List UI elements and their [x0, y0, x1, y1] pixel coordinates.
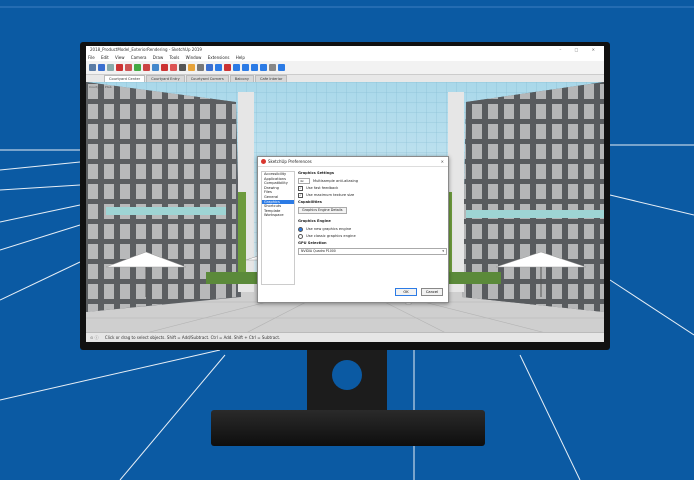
- select-tool-icon[interactable]: [98, 64, 105, 71]
- gpu-select[interactable]: NVIDIA Quadro P1000 ▾: [298, 248, 447, 255]
- new-engine-radio[interactable]: [298, 226, 303, 232]
- ok-button[interactable]: OK: [395, 288, 417, 296]
- graphics-settings-heading: Graphics Settings: [298, 171, 334, 175]
- dialog-title-bar: SketchUp Preferences ✕: [258, 157, 448, 167]
- pan-icon[interactable]: [224, 64, 231, 71]
- menu-extensions[interactable]: Extensions: [208, 55, 230, 60]
- menu-edit[interactable]: Edit: [101, 55, 109, 60]
- line-tool-icon[interactable]: [125, 64, 132, 71]
- status-icons: ⊙ ⓘ: [90, 335, 99, 340]
- monitor: 2018_ProductModel_ExteriorRendering - Sk…: [80, 42, 610, 350]
- push-pull-icon[interactable]: [152, 64, 159, 71]
- capabilities-heading: Capabilities: [298, 200, 322, 204]
- eraser-icon[interactable]: [107, 64, 114, 71]
- right-building-band: [466, 210, 604, 218]
- cable-hole: [332, 360, 362, 390]
- graphics-details-button[interactable]: Graphics Engine Details: [298, 207, 347, 214]
- account-icon[interactable]: [278, 64, 285, 71]
- monitor-neck: [307, 350, 387, 412]
- rotate-tool-icon[interactable]: [170, 64, 177, 71]
- multisample-select[interactable]: 4x: [298, 178, 310, 184]
- fast-feedback-label: Use fast feedback: [306, 186, 339, 190]
- sidebar-item-workspace[interactable]: Workspace: [262, 213, 294, 218]
- zoom-icon[interactable]: [233, 64, 240, 71]
- menu-tools[interactable]: Tools: [170, 55, 180, 60]
- window-title: 2018_ProductModel_ExteriorRendering - Sk…: [90, 47, 202, 52]
- move-tool-icon[interactable]: [161, 64, 168, 71]
- search-icon[interactable]: [89, 64, 96, 71]
- fast-feedback-checkbox[interactable]: ✓: [298, 185, 303, 191]
- chevron-down-icon: ▾: [442, 249, 444, 253]
- sketchup-logo-icon: [261, 159, 266, 164]
- menu-window[interactable]: Window: [186, 55, 202, 60]
- classic-engine-radio[interactable]: [298, 233, 303, 239]
- dialog-buttons: OK Cancel: [395, 288, 443, 296]
- max-texture-label: Use maximum texture size: [306, 193, 355, 197]
- menu-help[interactable]: Help: [236, 55, 245, 60]
- multisample-label: Multisample anti-aliasing: [313, 179, 359, 183]
- extension-warehouse-icon[interactable]: [260, 64, 267, 71]
- pencil-icon[interactable]: [116, 64, 123, 71]
- new-engine-label: Use new graphics engine: [306, 227, 352, 231]
- paint-bucket-icon[interactable]: [206, 64, 213, 71]
- orbit-icon[interactable]: [215, 64, 222, 71]
- scene-label: Courtyard Ptab: [89, 85, 112, 89]
- graphics-engine-heading: Graphics Engine: [298, 219, 331, 223]
- close-icon[interactable]: ✕: [441, 157, 444, 166]
- zoom-extents-icon[interactable]: [242, 64, 249, 71]
- left-building-band: [106, 207, 226, 215]
- graphics-panel: Graphics Settings 4x Multisample anti-al…: [298, 169, 447, 255]
- monitor-base: [211, 410, 485, 446]
- preferences-dialog: SketchUp Preferences ✕ Accessibility App…: [257, 156, 449, 303]
- cancel-button[interactable]: Cancel: [421, 288, 443, 296]
- warehouse-icon[interactable]: [251, 64, 258, 71]
- preferences-sidebar: Accessibility Applications Compatibility…: [261, 171, 295, 285]
- title-bar: 2018_ProductModel_ExteriorRendering - Sk…: [86, 46, 604, 54]
- menu-draw[interactable]: Draw: [153, 55, 163, 60]
- gpu-selection-heading: GPU Selection: [298, 241, 327, 245]
- window-controls[interactable]: – □ ✕: [559, 46, 601, 54]
- scale-tool-icon[interactable]: [179, 64, 186, 71]
- sketchup-window: 2018_ProductModel_ExteriorRendering - Sk…: [86, 46, 604, 342]
- menu-bar: File Edit View Camera Draw Tools Window …: [86, 54, 604, 61]
- menu-view[interactable]: View: [115, 55, 125, 60]
- menu-camera[interactable]: Camera: [131, 55, 147, 60]
- classic-engine-label: Use classic graphics engine: [306, 234, 356, 238]
- menu-file[interactable]: File: [88, 55, 95, 60]
- status-bar: ⊙ ⓘ Click or drag to select objects. Shi…: [86, 332, 604, 342]
- max-texture-checkbox[interactable]: ✓: [298, 192, 303, 198]
- text-tool-icon[interactable]: [197, 64, 204, 71]
- status-hint: Click or drag to select objects. Shift =…: [104, 335, 281, 340]
- shape-tool-icon[interactable]: [143, 64, 150, 71]
- dialog-title: SketchUp Preferences: [268, 159, 312, 164]
- toolbar: [86, 61, 604, 75]
- arc-tool-icon[interactable]: [134, 64, 141, 71]
- tape-measure-icon[interactable]: [188, 64, 195, 71]
- vine-left: [238, 192, 246, 272]
- layout-icon[interactable]: [269, 64, 276, 71]
- gpu-select-value: NVIDIA Quadro P1000: [301, 249, 336, 253]
